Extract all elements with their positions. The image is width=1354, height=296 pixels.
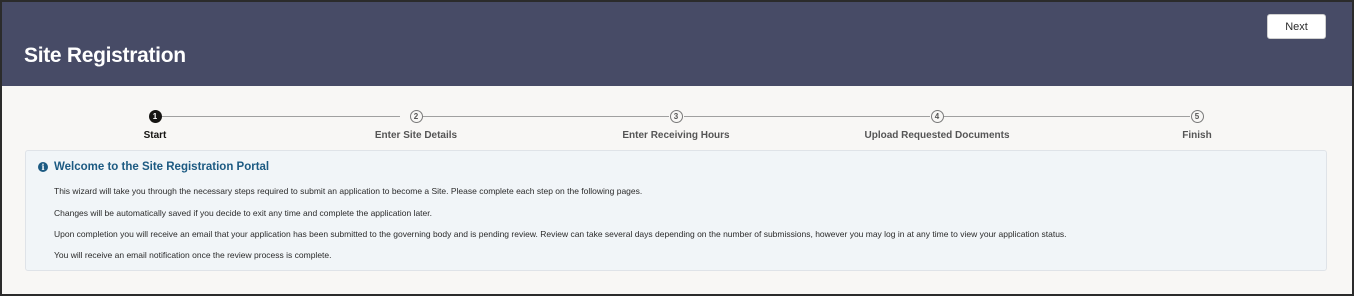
welcome-message-box: i Welcome to the Site Registration Porta… bbox=[25, 150, 1327, 271]
step-number-badge: 5 bbox=[1190, 110, 1204, 123]
step-label: Upload Requested Documents bbox=[864, 130, 1010, 141]
info-icon: i bbox=[38, 162, 48, 172]
step-label: Enter Site Details bbox=[374, 130, 458, 141]
page-frame: Site Registration Next 1 Start 2 Enter S… bbox=[0, 0, 1354, 296]
step-label: Start bbox=[143, 130, 167, 141]
train-stop-upload-requested-documents[interactable]: 4 Upload Requested Documents bbox=[807, 92, 1067, 141]
train-stop-start[interactable]: 1 Start bbox=[25, 92, 285, 141]
step-number-badge: 2 bbox=[409, 110, 423, 123]
page-title: Site Registration bbox=[24, 44, 186, 67]
welcome-paragraph: Changes will be automatically saved if y… bbox=[54, 208, 432, 218]
welcome-title: Welcome to the Site Registration Portal bbox=[54, 161, 270, 173]
step-number-badge: 4 bbox=[930, 110, 944, 123]
train-stop-finish[interactable]: 5 Finish bbox=[1067, 92, 1327, 141]
welcome-paragraph: You will receive an email notification o… bbox=[54, 250, 332, 260]
train-stop-enter-site-details[interactable]: 2 Enter Site Details bbox=[286, 92, 546, 141]
train-stop-enter-receiving-hours[interactable]: 3 Enter Receiving Hours bbox=[546, 92, 806, 141]
step-label: Finish bbox=[1182, 130, 1212, 141]
welcome-paragraph: Upon completion you will receive an emai… bbox=[54, 229, 1067, 239]
next-button[interactable]: Next bbox=[1267, 14, 1326, 39]
page-header: Site Registration Next bbox=[2, 2, 1352, 86]
welcome-paragraph: This wizard will take you through the ne… bbox=[54, 186, 643, 196]
step-label: Enter Receiving Hours bbox=[622, 130, 730, 141]
step-number-badge: 3 bbox=[669, 110, 683, 123]
step-number-badge: 1 bbox=[148, 110, 162, 123]
step-train: 1 Start 2 Enter Site Details 3 Enter Rec… bbox=[2, 92, 1352, 152]
